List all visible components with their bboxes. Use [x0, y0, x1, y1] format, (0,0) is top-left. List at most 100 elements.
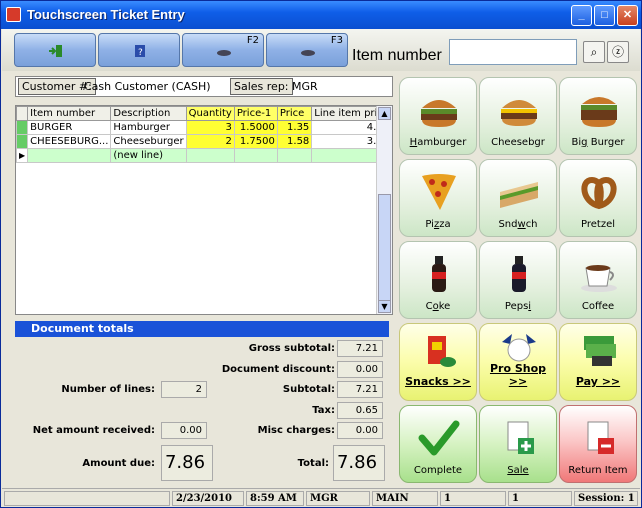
- snacks-button[interactable]: Snacks >>: [399, 323, 477, 401]
- status-date: 2/23/2010: [172, 491, 244, 506]
- sandwich-button[interactable]: Sndwch: [479, 159, 557, 237]
- col-price1[interactable]: Price-1: [233, 106, 278, 121]
- item-number-input[interactable]: [449, 39, 577, 65]
- sandwich-icon: [500, 182, 538, 208]
- coke-button[interactable]: Coke: [399, 241, 477, 319]
- cell-price1[interactable]: 1.5000: [233, 120, 278, 135]
- f3-button[interactable]: F3: [266, 33, 348, 67]
- window-title: Touchscreen Ticket Entry: [27, 7, 185, 22]
- discount-value: 0.00: [337, 361, 383, 378]
- pizza-button[interactable]: Pizza: [399, 159, 477, 237]
- cheeseburger-icon: [501, 100, 537, 126]
- pretzel-button[interactable]: Pretzel: [559, 159, 637, 237]
- table-row[interactable]: BURGER Hamburger 3 1.5000 1.35 4.05: [15, 120, 392, 135]
- search-icon: ⌕: [590, 45, 598, 59]
- snacks-label: Snacks >>: [405, 375, 471, 388]
- grid-header-row: Item number Description Quantity Price-1…: [15, 106, 392, 121]
- misc-label: Misc charges:: [257, 425, 335, 436]
- pepsi-bottle-icon: [512, 256, 526, 292]
- help-button[interactable]: ?: [98, 33, 180, 67]
- app-icon: [6, 7, 21, 22]
- shoe-icon: [301, 50, 315, 56]
- complete-label: Complete: [413, 465, 463, 476]
- title-bar: Touchscreen Ticket Entry _ □ ✕: [1, 1, 641, 29]
- pro-shop-button[interactable]: Pro Shop >>: [479, 323, 557, 401]
- hamburger-label: Hamburger: [409, 137, 467, 148]
- salesrep-button[interactable]: Sales rep:: [230, 78, 293, 95]
- new-line-row[interactable]: ▶ (new line): [15, 148, 392, 163]
- status-blank: [4, 491, 170, 506]
- complete-button[interactable]: Complete: [399, 405, 477, 483]
- cheeseburger-button[interactable]: Cheesebgr: [479, 77, 557, 155]
- cell-desc[interactable]: Hamburger: [110, 120, 187, 135]
- zoom-icon: ⓩ: [611, 45, 624, 59]
- cell-price1[interactable]: 1.7500: [233, 134, 278, 149]
- status-store: MAIN: [372, 491, 438, 506]
- search-button[interactable]: ⌕: [583, 41, 605, 63]
- customer-bar: Customer #: Cash Customer (CASH) Sales r…: [15, 76, 393, 97]
- line-items-grid[interactable]: Item number Description Quantity Price-1…: [15, 105, 393, 315]
- touch-pad: Hamburger Cheesebgr Big Burger Pizza Snd…: [397, 75, 639, 487]
- gross-value: 7.21: [337, 340, 383, 357]
- minimize-button[interactable]: _: [571, 5, 592, 26]
- pepsi-button[interactable]: Pepsi: [479, 241, 557, 319]
- exit-button[interactable]: [14, 33, 96, 67]
- pos-window: Touchscreen Ticket Entry _ □ ✕ ? F2 F3 I…: [0, 0, 642, 508]
- cell-price[interactable]: 1.35: [276, 120, 313, 135]
- coffee-button[interactable]: Coffee: [559, 241, 637, 319]
- return-item-button[interactable]: Return Item: [559, 405, 637, 483]
- total-label: Total:: [297, 458, 329, 469]
- tax-value: 0.65: [337, 402, 383, 419]
- f2-button[interactable]: F2: [182, 33, 264, 67]
- hamburger-button[interactable]: Hamburger: [399, 77, 477, 155]
- status-field-2: 1: [508, 491, 572, 506]
- pretzel-label: Pretzel: [581, 219, 615, 230]
- col-description[interactable]: Description: [110, 106, 187, 121]
- close-button[interactable]: ✕: [617, 5, 638, 26]
- zoom-button[interactable]: ⓩ: [607, 41, 629, 63]
- hamburger-icon: [421, 100, 457, 127]
- grid-scrollbar[interactable]: ▲ ▼: [376, 106, 392, 314]
- cell-item[interactable]: CHEESEBURG...: [27, 134, 112, 149]
- pizza-label: Pizza: [425, 219, 451, 230]
- cell-qty[interactable]: 2: [185, 134, 235, 149]
- sale-button[interactable]: Sale: [479, 405, 557, 483]
- pepsi-label: Pepsi: [504, 301, 532, 312]
- subtotal-value: 7.21: [337, 381, 383, 398]
- net-received-label: Net amount received:: [32, 425, 155, 436]
- scroll-down-icon[interactable]: ▼: [378, 300, 391, 313]
- coke-label: Coke: [425, 301, 451, 312]
- coffee-cup-icon: [581, 265, 617, 292]
- pay-label: Pay >>: [575, 375, 621, 388]
- pretzel-icon: [581, 176, 617, 210]
- return-item-label: Return Item: [568, 465, 628, 476]
- pay-button[interactable]: Pay >>: [559, 323, 637, 401]
- table-row[interactable]: CHEESEBURG... Cheeseburger 2 1.7500 1.58…: [15, 134, 392, 149]
- sale-label: Sale: [507, 465, 529, 476]
- big-burger-button[interactable]: Big Burger: [559, 77, 637, 155]
- cell-price[interactable]: 1.58: [276, 134, 313, 149]
- checkmark-icon: [418, 420, 460, 456]
- tax-label: Tax:: [312, 405, 335, 416]
- gross-label: Gross subtotal:: [248, 343, 335, 354]
- misc-value: 0.00: [337, 422, 383, 439]
- cell-qty[interactable]: 3: [185, 120, 235, 135]
- sale-document-icon: [507, 421, 534, 454]
- cell-item[interactable]: BURGER: [27, 120, 112, 135]
- scroll-thumb[interactable]: [378, 194, 391, 306]
- cheeseburger-label: Cheesebgr: [491, 137, 545, 148]
- scroll-up-icon[interactable]: ▲: [378, 107, 391, 120]
- col-quantity[interactable]: Quantity: [185, 106, 235, 121]
- f2-key-label: F2: [246, 35, 259, 46]
- discount-label: Document discount:: [221, 364, 335, 375]
- money-icon: [584, 336, 616, 366]
- col-price[interactable]: Price: [276, 106, 313, 121]
- maximize-button[interactable]: □: [594, 5, 615, 26]
- col-item-number[interactable]: Item number: [27, 106, 112, 121]
- item-number-label: Item number: [352, 47, 442, 64]
- cell-desc[interactable]: Cheeseburger: [110, 134, 187, 149]
- salesrep-value: MGR: [292, 80, 318, 93]
- pizza-icon: [422, 174, 456, 210]
- totals-header: Document totals: [15, 321, 389, 337]
- subtotal-label: Subtotal:: [282, 384, 335, 395]
